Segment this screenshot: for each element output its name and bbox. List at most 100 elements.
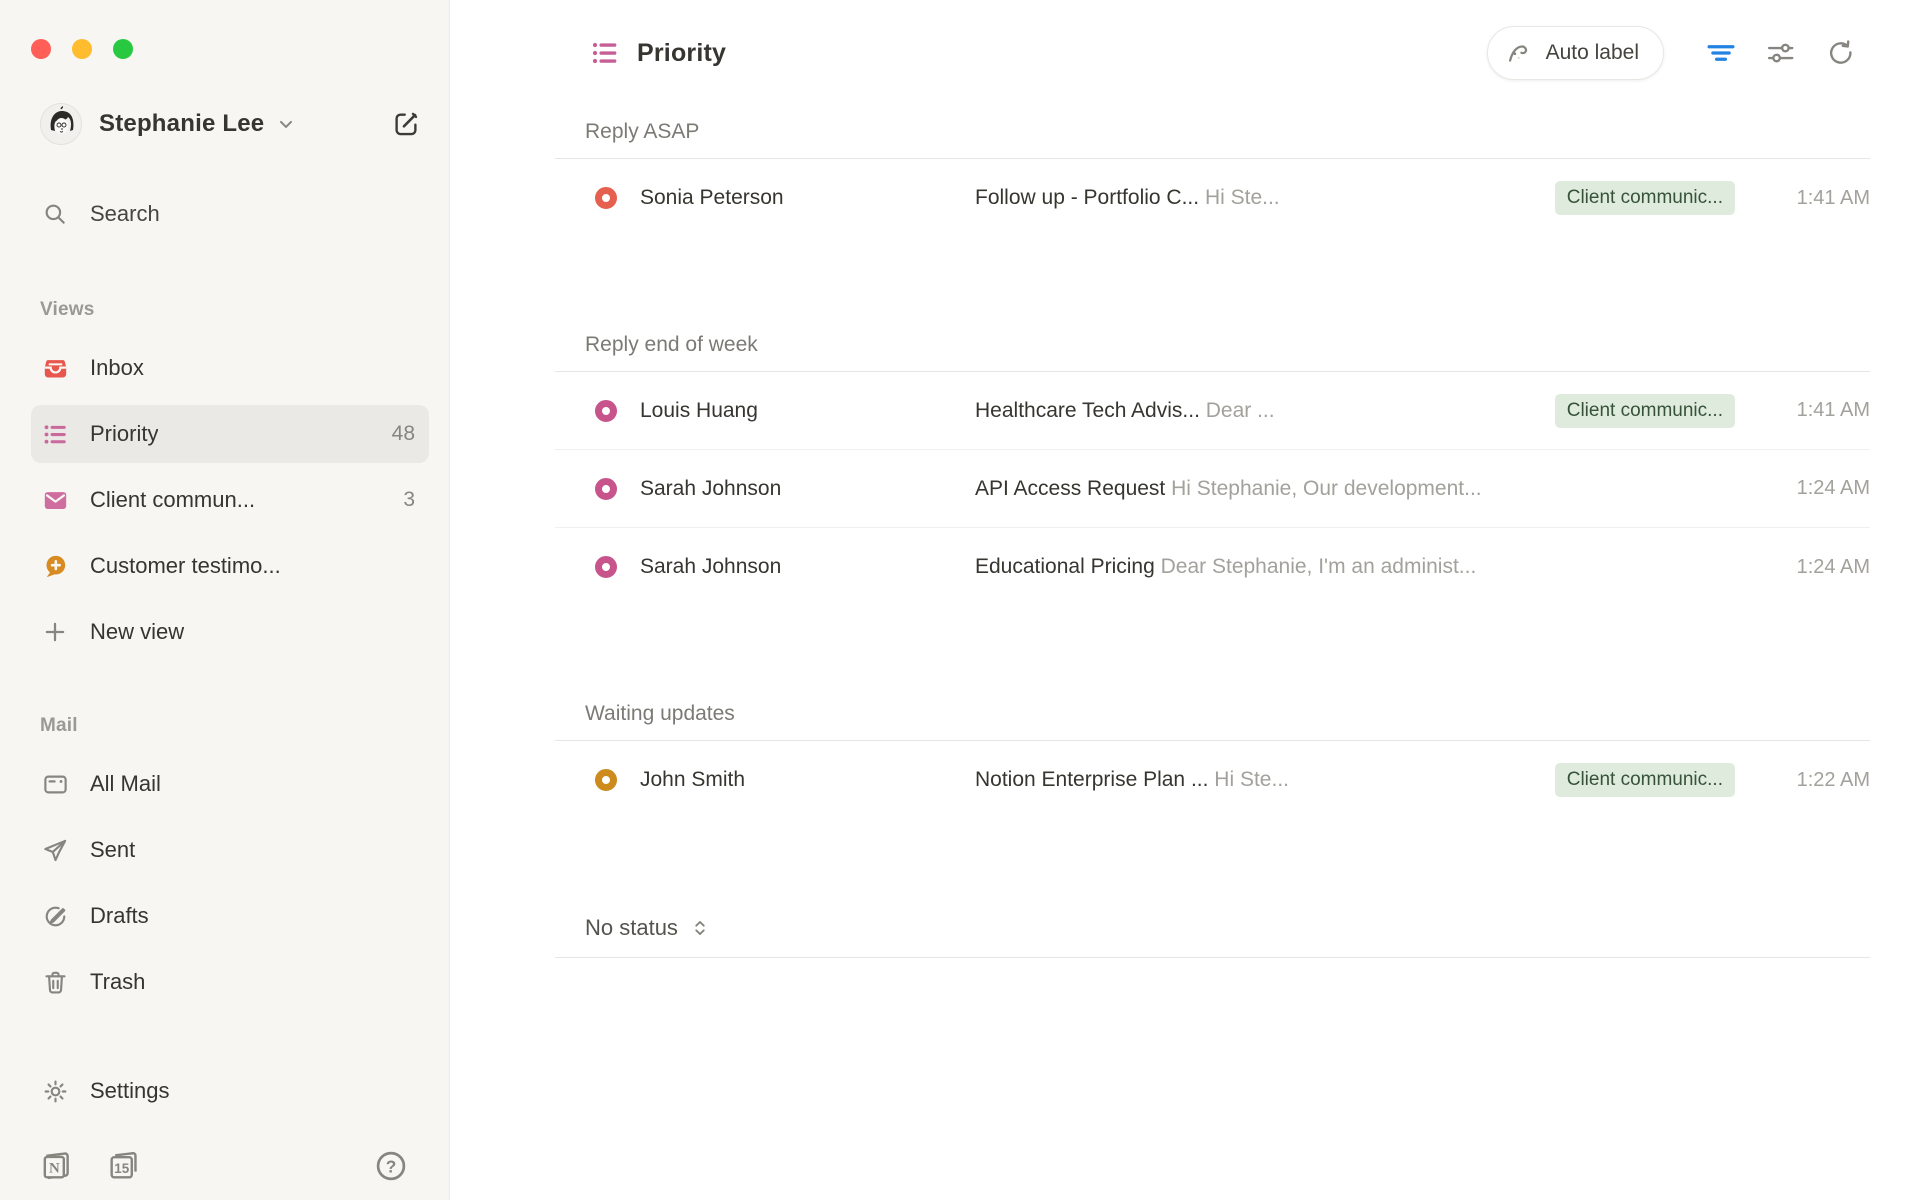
email-label-badge[interactable]: Client communic... [1555,181,1735,215]
email-time: 1:24 AM [1735,477,1870,500]
auto-label-wand-icon [1506,39,1534,67]
auto-label-text: Auto label [1546,41,1639,65]
page-title: Priority [637,39,726,68]
sidebar-item-new-view[interactable]: New view [31,603,429,661]
sort-chevrons-icon [690,918,710,938]
user-name: Stephanie Lee [99,110,264,138]
filter-icon[interactable] [1706,38,1736,68]
notion-app-icon[interactable]: N [40,1149,74,1183]
refresh-icon[interactable] [1826,38,1856,68]
main-content: Priority Auto label [450,0,1920,1200]
email-time: 1:41 AM [1735,399,1870,422]
email-preview: Hi Stephanie, Our development... [1171,477,1482,500]
sidebar-item-all-mail[interactable]: All Mail [31,755,429,813]
all-mail-icon [40,771,70,798]
mail-section-label: Mail [40,715,429,737]
email-preview: Dear Stephanie, I'm an administ... [1161,555,1477,578]
account-switcher[interactable]: Stephanie Lee [40,103,421,145]
section-reply-end-of-week: Reply end of week Louis Huang Healthcare… [555,333,1870,606]
unread-count: 48 [392,422,415,446]
email-subject: Follow up - Portfolio C... [975,186,1199,209]
sidebar-item-inbox[interactable]: Inbox [31,339,429,397]
no-status-toggle[interactable]: No status [555,915,1870,958]
email-list: Reply ASAP Sonia Peterson Follow up - Po… [555,120,1870,958]
email-preview: Dear ... [1206,399,1275,422]
help-icon[interactable]: ? [373,1148,409,1184]
email-row[interactable]: John Smith Notion Enterprise Plan ... Hi… [555,741,1870,819]
svg-text:N: N [49,1161,60,1177]
chat-plus-icon [40,553,70,580]
sidebar-footer: N 15 ? [40,1148,409,1184]
calendar-app-icon[interactable]: 15 [106,1149,140,1183]
email-row[interactable]: Sonia Peterson Follow up - Portfolio C..… [555,159,1870,237]
email-time: 1:24 AM [1735,556,1870,579]
section-reply-asap: Reply ASAP Sonia Peterson Follow up - Po… [555,120,1870,237]
sidebar-item-label: Drafts [90,903,149,929]
search-input[interactable]: Search [31,185,429,243]
sidebar-item-settings[interactable]: Settings [31,1062,429,1120]
email-time: 1:22 AM [1735,769,1870,792]
sidebar-item-label: New view [90,619,184,645]
compose-button[interactable] [391,109,421,139]
avatar [40,103,82,145]
search-label: Search [90,201,160,227]
status-dot [595,187,617,209]
sidebar-item-drafts[interactable]: Drafts [31,887,429,945]
plus-icon [40,619,70,645]
section-title: Waiting updates [555,702,1870,741]
email-row[interactable]: Sarah Johnson API Access Request Hi Step… [555,450,1870,528]
trash-icon [40,969,70,996]
auto-label-button[interactable]: Auto label [1487,26,1664,80]
sidebar-item-label: Priority [90,421,158,447]
gear-icon [40,1078,70,1105]
search-icon [40,201,70,227]
drafts-icon [40,903,70,930]
email-sender: Sarah Johnson [640,555,975,579]
section-title: Reply end of week [555,333,1870,372]
sliders-icon[interactable] [1766,38,1796,68]
send-icon [40,837,70,864]
sidebar-item-label: Sent [90,837,135,863]
unread-count: 3 [403,488,415,512]
minimize-window-button[interactable] [72,39,92,59]
section-waiting-updates: Waiting updates John Smith Notion Enterp… [555,702,1870,819]
sidebar-item-customer-testimonials[interactable]: Customer testimo... [31,537,429,595]
email-sender: Sonia Peterson [640,186,975,210]
status-dot [595,556,617,578]
sidebar-item-label: All Mail [90,771,161,797]
inbox-icon [40,355,70,382]
email-label-badge[interactable]: Client communic... [1555,763,1735,797]
no-status-label: No status [585,915,678,941]
zoom-window-button[interactable] [113,39,133,59]
chevron-down-icon [276,114,296,134]
sidebar-item-label: Client commun... [90,487,255,513]
email-sender: Louis Huang [640,399,975,423]
email-row[interactable]: Sarah Johnson Educational Pricing Dear S… [555,528,1870,606]
email-subject: Notion Enterprise Plan ... [975,768,1208,791]
email-row[interactable]: Louis Huang Healthcare Tech Advis... Dea… [555,372,1870,450]
sidebar-item-label: Settings [90,1078,170,1104]
views-section-label: Views [40,299,429,321]
email-subject: Educational Pricing [975,555,1155,578]
sidebar-item-priority[interactable]: Priority 48 [31,405,429,463]
sidebar-item-label: Trash [90,969,145,995]
email-label-badge[interactable]: Client communic... [1555,394,1735,428]
priority-list-icon [40,421,70,448]
email-preview: Hi Ste... [1214,768,1289,791]
sidebar-item-label: Inbox [90,355,144,381]
status-dot [595,769,617,791]
sidebar-item-sent[interactable]: Sent [31,821,429,879]
email-sender: John Smith [640,768,975,792]
status-dot [595,478,617,500]
view-header: Priority Auto label [450,0,1920,80]
sidebar-item-client-communication[interactable]: Client commun... 3 [31,471,429,529]
sidebar-item-label: Customer testimo... [90,553,281,579]
sidebar: Stephanie Lee Search Views [0,0,450,1200]
section-title: Reply ASAP [555,120,1870,159]
close-window-button[interactable] [31,39,51,59]
sidebar-item-trash[interactable]: Trash [31,953,429,1011]
email-subject: Healthcare Tech Advis... [975,399,1200,422]
email-preview: Hi Ste... [1205,186,1280,209]
status-dot [595,400,617,422]
window-controls [31,39,429,59]
